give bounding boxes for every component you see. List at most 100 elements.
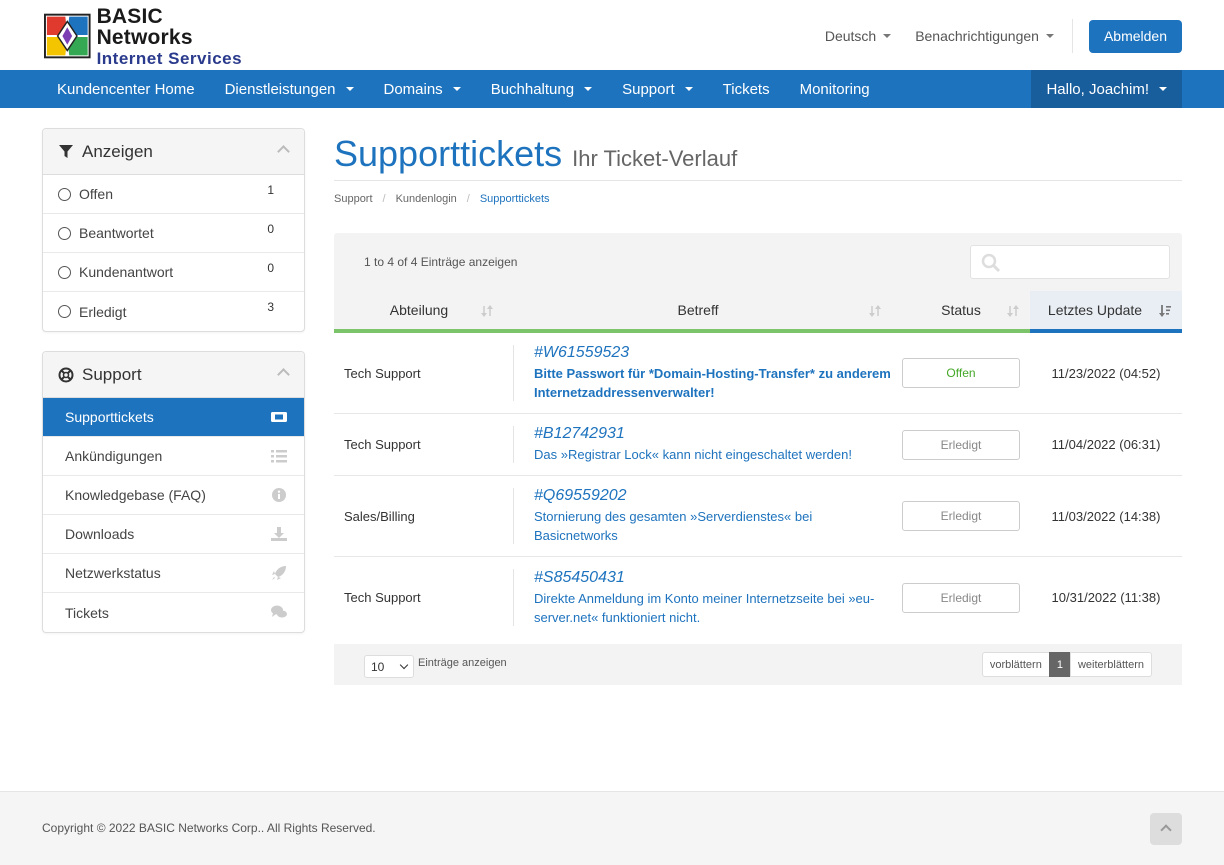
support-menu-tickets[interactable]: Tickets xyxy=(43,593,304,632)
language-dropdown[interactable]: Deutsch xyxy=(825,28,892,44)
column-label: Letztes Update xyxy=(1047,302,1143,318)
pagination-page[interactable]: 1 xyxy=(1048,652,1071,677)
nav-label: Buchhaltung xyxy=(490,80,575,98)
page-subtitle: Ihr Ticket-Verlauf xyxy=(572,146,738,171)
chevron-up-icon[interactable] xyxy=(277,368,290,381)
cell-subject: #B12742931 Das »Registrar Lock« kann nic… xyxy=(514,414,892,475)
support-menu-supporttickets[interactable]: Supporttickets xyxy=(43,398,304,437)
ticket-subject[interactable]: Bitte Passwort für *Domain-Hosting-Trans… xyxy=(534,364,892,402)
chevron-up-icon[interactable] xyxy=(277,145,290,158)
filter-item-beantwortet[interactable]: Beantwortet 0 xyxy=(43,214,304,253)
sort-desc-icon xyxy=(1159,305,1171,317)
nav-item-dienstleistungen[interactable]: Dienstleistungen xyxy=(210,70,369,108)
lifebuoy-icon xyxy=(58,367,74,382)
filter-panel-title: Anzeigen xyxy=(82,141,153,161)
logout-button[interactable]: Abmelden xyxy=(1088,19,1182,53)
breadcrumb-item[interactable]: Support xyxy=(334,193,373,205)
support-panel: Support Supporttickets Ankündigungen Kno… xyxy=(42,351,305,633)
support-menu-downloads[interactable]: Downloads xyxy=(43,515,304,554)
cell-status: Offen xyxy=(892,333,1030,413)
column-header-status[interactable]: Status xyxy=(892,291,1030,333)
pagination-prev[interactable]: vorblättern xyxy=(981,652,1050,677)
search-icon xyxy=(981,253,1001,273)
column-header-letztes-update[interactable]: Letztes Update xyxy=(1030,291,1182,333)
cell-last-update: 10/31/2022 (11:38) xyxy=(1051,590,1161,605)
support-menu-knowledgebase[interactable]: Knowledgebase (FAQ) xyxy=(43,476,304,515)
ticket-id[interactable]: #W61559523 xyxy=(534,344,629,362)
brand-logo[interactable]: BASIC Networks Internet Services xyxy=(44,6,260,67)
nav-item-buchhaltung[interactable]: Buchhaltung xyxy=(476,70,607,108)
ticket-subject[interactable]: Das »Registrar Lock« kann nicht eingesch… xyxy=(534,445,852,464)
page-length-value: 10 xyxy=(371,659,385,674)
cell-status: Erledigt xyxy=(892,557,1030,638)
page-length-select[interactable]: 10 xyxy=(364,655,414,678)
comments-icon xyxy=(271,605,287,618)
pagination-next[interactable]: weiterblättern xyxy=(1069,652,1152,677)
radio-icon[interactable] xyxy=(58,305,71,318)
cell-subject: #W61559523 Bitte Passwort für *Domain-Ho… xyxy=(514,333,892,413)
breadcrumb-item: Supporttickets xyxy=(479,193,550,205)
table-toolbar: 1 to 4 of 4 Einträge anzeigen xyxy=(334,233,1182,291)
nav-item-monitoring[interactable]: Monitoring xyxy=(785,70,885,108)
nav-item-domains[interactable]: Domains xyxy=(369,70,476,108)
filter-label: Erledigt xyxy=(79,303,127,320)
menu-label: Netzwerkstatus xyxy=(65,565,161,581)
filter-count: 1 xyxy=(267,183,274,197)
column-header-abteilung[interactable]: Abteilung xyxy=(334,291,504,333)
column-header-betreff[interactable]: Betreff xyxy=(504,291,892,333)
page-length-label: Einträge anzeigen xyxy=(418,657,507,669)
menu-label: Downloads xyxy=(65,526,135,542)
search-input[interactable] xyxy=(970,245,1170,279)
notifications-dropdown[interactable]: Benachrichtigungen xyxy=(915,28,1054,44)
table-row[interactable]: Tech Support #W61559523 Bitte Passwort f… xyxy=(334,333,1182,414)
filter-item-erledigt[interactable]: Erledigt 3 xyxy=(43,292,304,331)
ticket-id[interactable]: #Q69559202 xyxy=(534,487,627,505)
breadcrumb-item[interactable]: Kundenlogin xyxy=(396,193,457,205)
filter-count: 3 xyxy=(267,300,274,314)
column-label: Betreff xyxy=(677,302,719,318)
copyright-text: Copyright © 2022 BASIC Networks Corp.. A… xyxy=(42,821,376,835)
filter-item-kundenantwort[interactable]: Kundenantwort 0 xyxy=(43,253,304,292)
table-footer: 10 Einträge anzeigen vorblättern 1 weite… xyxy=(334,644,1182,685)
user-greeting: Hallo, Joachim! xyxy=(1046,80,1149,98)
table-info: 1 to 4 of 4 Einträge anzeigen xyxy=(364,255,518,269)
chevron-down-icon xyxy=(684,87,693,91)
radio-icon[interactable] xyxy=(58,187,71,201)
table-row[interactable]: Sales/Billing #Q69559202 Stornierung des… xyxy=(334,476,1182,557)
breadcrumb: Support / Kundenlogin / Supporttickets xyxy=(334,193,1182,205)
nav-label: Tickets xyxy=(722,80,770,98)
radio-icon[interactable] xyxy=(58,226,71,240)
ticket-subject[interactable]: Direkte Anmeldung im Konto meiner Intern… xyxy=(534,589,892,627)
sort-icon xyxy=(869,305,881,317)
breadcrumb-separator: / xyxy=(466,193,470,205)
ticket-id[interactable]: #B12742931 xyxy=(534,425,625,443)
support-menu-ankuendigungen[interactable]: Ankündigungen xyxy=(43,437,304,476)
cell-department: Tech Support xyxy=(334,345,514,401)
filter-label: Kundenantwort xyxy=(79,264,174,280)
ticket-id[interactable]: #S85450431 xyxy=(534,569,625,587)
chevron-down-icon xyxy=(584,87,593,91)
user-menu[interactable]: Hallo, Joachim! xyxy=(1031,70,1182,108)
table-row[interactable]: Tech Support #B12742931 Das »Registrar L… xyxy=(334,414,1182,476)
ticket-subject[interactable]: Stornierung des gesamten »Serverdienstes… xyxy=(534,507,892,545)
nav-item-support[interactable]: Support xyxy=(607,70,708,108)
filter-item-offen[interactable]: Offen 1 xyxy=(43,175,304,214)
page-header: Supporttickets Ihr Ticket-Verlauf xyxy=(334,128,1182,181)
support-menu-netzwerkstatus[interactable]: Netzwerkstatus xyxy=(43,554,304,593)
column-label: Status xyxy=(941,302,981,318)
page-footer: Copyright © 2022 BASIC Networks Corp.. A… xyxy=(0,791,1224,865)
logo-line2: Internet Services xyxy=(96,48,243,68)
logo-text: BASIC Networks Internet Services xyxy=(97,6,260,67)
table-header: Abteilung Betreff Status Letztes Update xyxy=(334,291,1182,333)
nav-item-home[interactable]: Kundencenter Home xyxy=(42,70,210,108)
back-to-top-button[interactable] xyxy=(1150,813,1182,845)
radio-icon[interactable] xyxy=(58,265,71,279)
cell-subject: #Q69559202 Stornierung des gesamten »Ser… xyxy=(514,476,892,556)
chevron-down-icon xyxy=(345,87,354,91)
table-row[interactable]: Tech Support #S85450431 Direkte Anmeldun… xyxy=(334,557,1182,638)
filter-label: Beantwortet xyxy=(79,225,154,241)
nav-item-tickets[interactable]: Tickets xyxy=(708,70,785,108)
support-panel-header[interactable]: Support xyxy=(43,352,304,398)
main-content: Supporttickets Ihr Ticket-Verlauf Suppor… xyxy=(334,128,1182,685)
filter-panel-header[interactable]: Anzeigen xyxy=(43,129,304,175)
